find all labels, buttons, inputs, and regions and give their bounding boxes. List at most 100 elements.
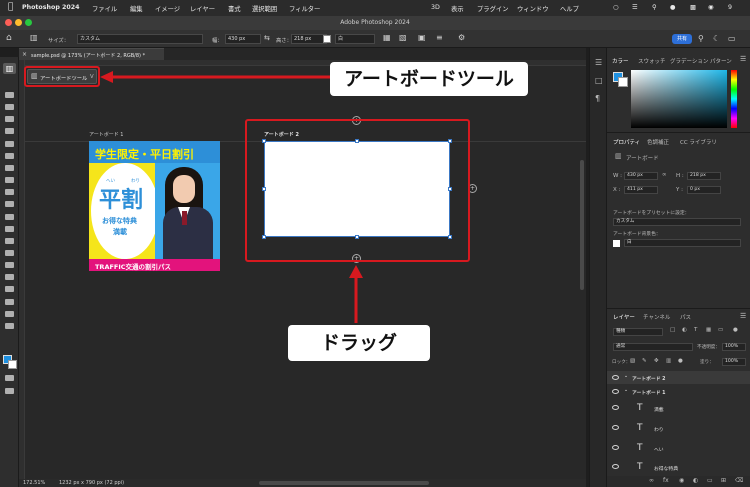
stamp-tool-icon[interactable]	[5, 177, 14, 183]
menu-window[interactable]: ウィンドウ	[517, 4, 548, 13]
visibility-eye-icon[interactable]	[612, 464, 619, 469]
lock-all-icon[interactable]: ●	[678, 358, 683, 364]
visibility-eye-icon[interactable]	[612, 375, 619, 380]
x-field[interactable]: 411 px	[624, 186, 658, 194]
tab-patterns[interactable]: パターン	[710, 57, 732, 65]
preset-select[interactable]: カスタム	[613, 218, 741, 226]
expand-chevron-icon[interactable]: ⌄	[624, 374, 628, 379]
type-tool-icon[interactable]	[5, 262, 14, 268]
tab-channels[interactable]: チャンネル	[643, 313, 670, 321]
fill-field[interactable]: 100%	[722, 358, 746, 366]
menu-help[interactable]: ヘルプ	[560, 4, 579, 13]
swap-icon[interactable]: ⇆	[264, 34, 270, 42]
filter-adjust-icon[interactable]: ◐	[682, 327, 687, 333]
color-hue-slider[interactable]	[731, 70, 737, 128]
size-select[interactable]: カスタム	[77, 34, 203, 44]
gradient-tool-icon[interactable]	[5, 214, 14, 220]
close-window-button[interactable]	[5, 19, 12, 26]
menu-select[interactable]: 選択範囲	[252, 4, 277, 13]
siri-icon[interactable]: ◉	[708, 4, 714, 11]
clock[interactable]: 9	[728, 4, 732, 11]
control-center-icon[interactable]: ☰	[632, 4, 638, 11]
crop-tool-icon[interactable]	[5, 116, 14, 122]
layer-row[interactable]: ⌄ アートボード 2	[607, 371, 750, 384]
color-picker-field[interactable]	[631, 70, 727, 128]
lock-pixels-icon[interactable]: ▧	[630, 358, 635, 364]
discover-icon[interactable]: ☾	[713, 34, 720, 43]
bg-select[interactable]: 白	[335, 34, 375, 44]
dodge-tool-icon[interactable]	[5, 238, 14, 244]
layer-row[interactable]: T 満載	[607, 401, 750, 416]
tab-paths[interactable]: パス	[680, 313, 691, 321]
artboard-tool-icon[interactable]: ▥	[30, 33, 38, 42]
menu-type[interactable]: 書式	[228, 4, 241, 13]
filter-smart-icon[interactable]: ▭	[718, 327, 723, 333]
history-brush-tool-icon[interactable]	[5, 189, 14, 195]
visibility-eye-icon[interactable]	[612, 405, 619, 410]
share-button[interactable]: 共有	[672, 34, 692, 44]
history-panel-icon[interactable]: ☰	[595, 58, 602, 67]
background-color-swatch[interactable]	[8, 360, 17, 369]
menu-plugins[interactable]: プラグイン	[477, 4, 508, 13]
opacity-field[interactable]: 100%	[722, 343, 746, 351]
expand-chevron-icon[interactable]: ⌄	[624, 388, 628, 393]
layers-menu-icon[interactable]: ☰	[740, 312, 746, 320]
lock-position-icon[interactable]: ✥	[654, 358, 659, 364]
visibility-eye-icon[interactable]	[612, 389, 619, 394]
tab-properties[interactable]: プロパティ	[613, 138, 640, 146]
color-bg-swatch[interactable]	[618, 77, 628, 87]
path-select-tool-icon[interactable]	[5, 274, 14, 280]
adjustment-icon[interactable]: ◐	[693, 477, 698, 484]
y-field[interactable]: 0 px	[687, 186, 721, 194]
zoom-tool-icon[interactable]	[5, 311, 14, 317]
settings-icon[interactable]: ⚙	[458, 33, 465, 42]
search-icon-ps[interactable]: ⚲	[698, 34, 704, 43]
shape-tool-icon[interactable]	[5, 286, 14, 292]
add-artboard-icon[interactable]: ▧	[399, 33, 407, 42]
layer-row[interactable]: T わり	[607, 421, 750, 436]
mask-icon[interactable]: ◉	[679, 477, 684, 484]
new-layer-icon[interactable]: ⊞	[721, 477, 726, 484]
apple-icon[interactable]: 	[8, 2, 13, 12]
vertical-ruler[interactable]	[19, 60, 25, 479]
workspace-icon[interactable]: ▭	[728, 34, 736, 43]
menu-extra-icon[interactable]: ●	[670, 4, 676, 11]
menu-3d[interactable]: 3D	[431, 4, 440, 11]
tab-color[interactable]: カラー	[612, 57, 629, 65]
tab-layers[interactable]: レイヤー	[613, 313, 635, 321]
trash-icon[interactable]: ⌫	[735, 477, 743, 484]
artboard-1[interactable]: 学生限定・平日割引 へい わり 平割 お得な特典 満載 TRAFFIC交通の割引…	[89, 141, 220, 271]
artboard-options-icon[interactable]: ▣	[418, 33, 426, 42]
menu-edit[interactable]: 編集	[130, 4, 143, 13]
layer-row[interactable]: ⌄ アートボード 1	[607, 385, 750, 398]
eraser-tool-icon[interactable]	[5, 201, 14, 207]
minimize-window-button[interactable]	[15, 19, 22, 26]
filter-toggle-icon[interactable]: ●	[733, 327, 738, 333]
bg-color-swatch[interactable]	[323, 35, 331, 43]
document-size[interactable]: 1232 px x 790 px (72 ppi)	[59, 480, 124, 486]
document-tab[interactable]: × sample.psd @ 173% (アートボード 2, RGB/8) *	[19, 48, 164, 60]
more-tools-icon[interactable]	[5, 323, 14, 329]
blur-tool-icon[interactable]	[5, 226, 14, 232]
search-icon[interactable]: ⚲	[652, 4, 657, 11]
wifi-icon[interactable]: ○	[613, 4, 619, 11]
notification-icon[interactable]: ▩	[690, 4, 696, 11]
filter-shape-icon[interactable]: ▦	[706, 327, 711, 333]
paragraph-panel-icon[interactable]: ¶	[595, 94, 600, 103]
horizontal-scrollbar[interactable]	[259, 481, 429, 485]
quick-mask-icon[interactable]	[5, 375, 14, 381]
artboard-bg-swatch[interactable]	[613, 240, 620, 247]
h-field[interactable]: 218 px	[687, 172, 721, 180]
lasso-tool-icon[interactable]	[5, 92, 14, 98]
tab-gradients[interactable]: グラデーション	[670, 57, 708, 65]
artboard-tool-button[interactable]: ▥	[3, 63, 16, 74]
layer-filter-select[interactable]: 種類	[613, 328, 663, 336]
menu-image[interactable]: イメージ	[155, 4, 180, 13]
brush-tool-icon[interactable]	[5, 165, 14, 171]
frame-tool-icon[interactable]	[5, 128, 14, 134]
tab-close-icon[interactable]: ×	[22, 51, 27, 58]
tab-cc-libraries[interactable]: CC ライブラリ	[680, 138, 717, 146]
hand-tool-icon[interactable]	[5, 299, 14, 305]
folder-icon[interactable]: ▭	[707, 477, 713, 484]
artboard-bg-select[interactable]: 白	[624, 239, 741, 247]
